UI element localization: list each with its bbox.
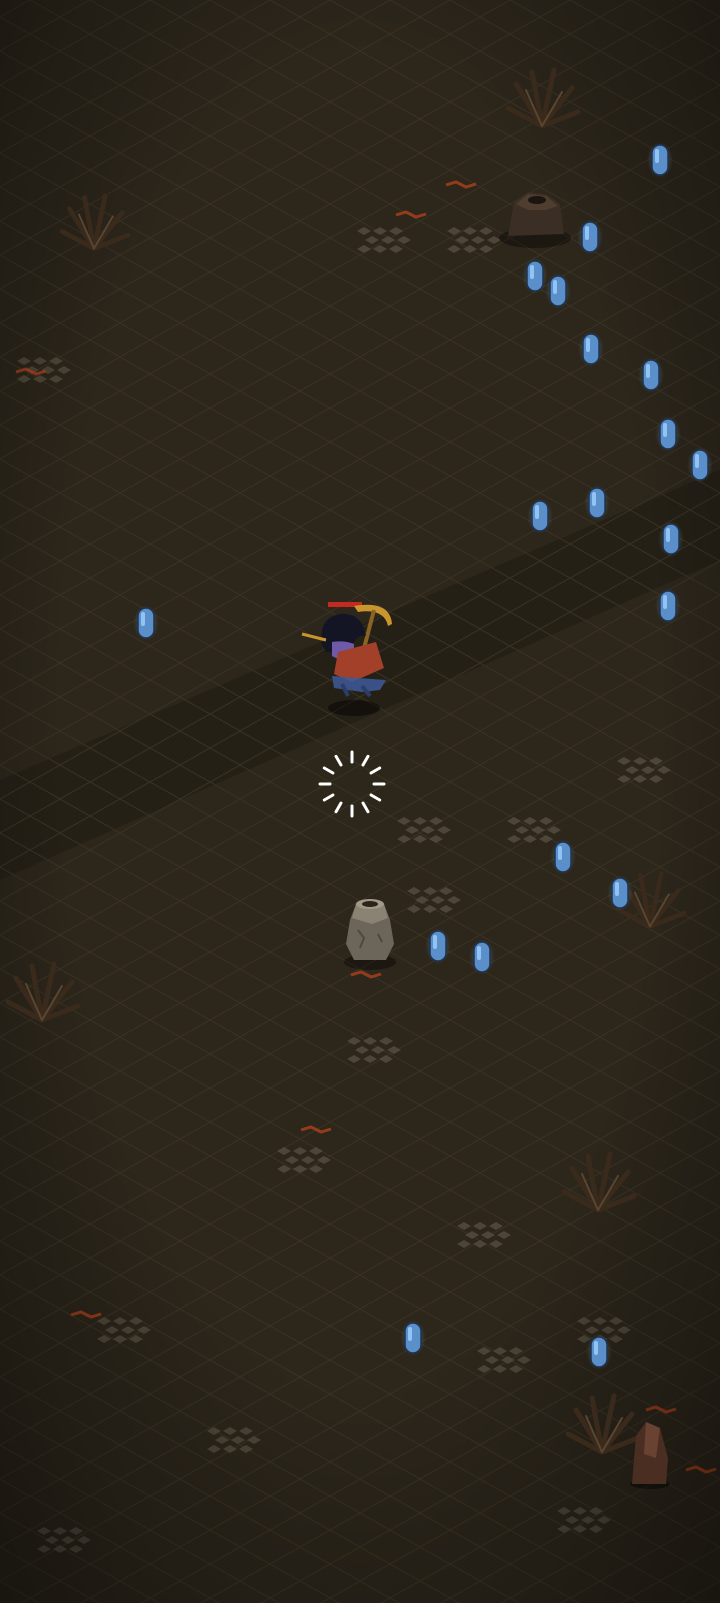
blue-crystal-pickup[interactable] (469, 937, 495, 977)
stone-urn[interactable] (338, 890, 402, 972)
blue-crystal-pickup[interactable] (655, 586, 681, 626)
spinner-tick (369, 793, 382, 802)
blue-crystal-pickup[interactable] (400, 1318, 426, 1358)
blue-crystal-pickup[interactable] (577, 217, 603, 257)
stalagmite (630, 1422, 670, 1489)
dead-bush (561, 1151, 637, 1213)
dead-bush (505, 67, 581, 129)
blue-crystal-pickup[interactable] (550, 837, 576, 877)
blue-crystal-pickup[interactable] (655, 414, 681, 454)
player-shadow (328, 700, 380, 716)
blue-crystal-pickup[interactable] (578, 329, 604, 369)
game-view[interactable] (0, 0, 720, 1603)
blue-crystal-pickup[interactable] (687, 445, 713, 485)
spinner-tick (322, 793, 335, 802)
blue-crystal-pickup[interactable] (658, 519, 684, 559)
blue-crystal-pickup[interactable] (545, 271, 571, 311)
blue-crystal-pickup[interactable] (527, 496, 553, 536)
blue-crystal-pickup[interactable] (425, 926, 451, 966)
player-character[interactable] (292, 596, 402, 720)
blue-crystal-pickup[interactable] (647, 140, 673, 180)
spinner-tick (361, 754, 370, 767)
blue-crystal-pickup[interactable] (133, 603, 159, 643)
spinner-tick (334, 801, 343, 814)
spinner-tick (334, 754, 343, 767)
spinner-tick (361, 801, 370, 814)
loading-spinner (318, 750, 386, 818)
broken-stump (499, 192, 571, 248)
spinner-tick (322, 766, 335, 775)
dead-bush (59, 193, 131, 251)
blue-crystal-pickup[interactable] (586, 1332, 612, 1372)
blue-crystal-pickup[interactable] (638, 355, 664, 395)
dead-bush (5, 961, 81, 1023)
blue-crystal-pickup[interactable] (584, 483, 610, 523)
blue-crystal-pickup[interactable] (607, 873, 633, 913)
spinner-tick (369, 766, 382, 775)
